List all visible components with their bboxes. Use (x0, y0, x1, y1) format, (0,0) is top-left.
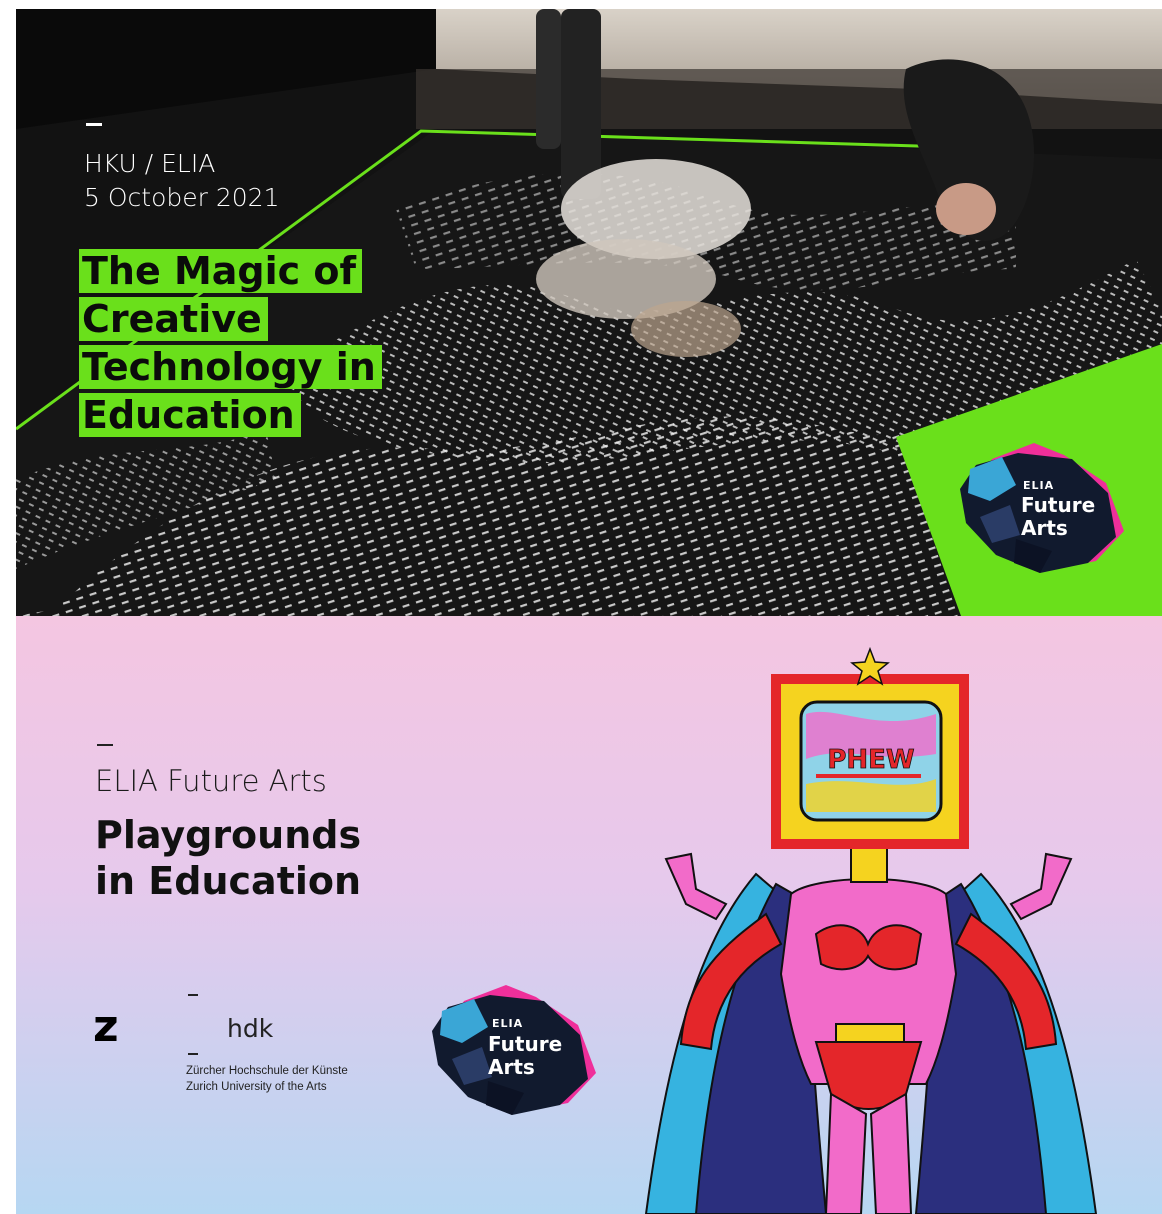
zhdk-dash (188, 1053, 198, 1055)
tv-head-hero-illustration: PHEW (644, 646, 1098, 1214)
zhdk-z-mark: z (93, 1001, 119, 1052)
zhdk-dash (188, 994, 198, 996)
accent-dash (97, 744, 113, 746)
title-line: Education (79, 393, 301, 437)
organizer-text: HKU / ELIA (84, 149, 216, 178)
banner-subtitle: ELIA Future Arts (95, 764, 327, 798)
title-line: Playgrounds (95, 813, 362, 857)
zhdk-name-english: Zurich University of the Arts (186, 1081, 327, 1093)
bottom-banner: ELIA Future Arts Playgrounds in Educatio… (16, 616, 1162, 1214)
event-title: The Magic of Creative Technology in Educ… (79, 247, 409, 439)
logo-elia-text: ELIA (1023, 479, 1055, 492)
top-banner: HKU / ELIA 5 October 2021 The Magic of C… (16, 9, 1162, 616)
banner-title: Playgrounds in Education (95, 812, 361, 904)
tv-screen-text: PHEW (827, 745, 914, 775)
title-line: Technology in (79, 345, 382, 389)
title-line: Creative (79, 297, 268, 341)
logo-future-text: Future (488, 1032, 563, 1056)
logo-arts-text: Arts (1021, 516, 1068, 540)
logo-future-text: Future (1021, 493, 1096, 517)
accent-dash (86, 123, 102, 126)
title-line: The Magic of (79, 249, 363, 293)
logo-arts-text: Arts (488, 1055, 535, 1079)
logo-elia-text: ELIA (492, 1017, 524, 1030)
event-date: 5 October 2021 (84, 183, 280, 212)
title-line: in Education (95, 859, 362, 903)
zhdk-hdk-mark: hdk (227, 1014, 274, 1043)
zhdk-name-german: Zürcher Hochschule der Künste (186, 1065, 348, 1077)
elia-future-arts-logo: ELIA Future Arts (956, 439, 1136, 579)
